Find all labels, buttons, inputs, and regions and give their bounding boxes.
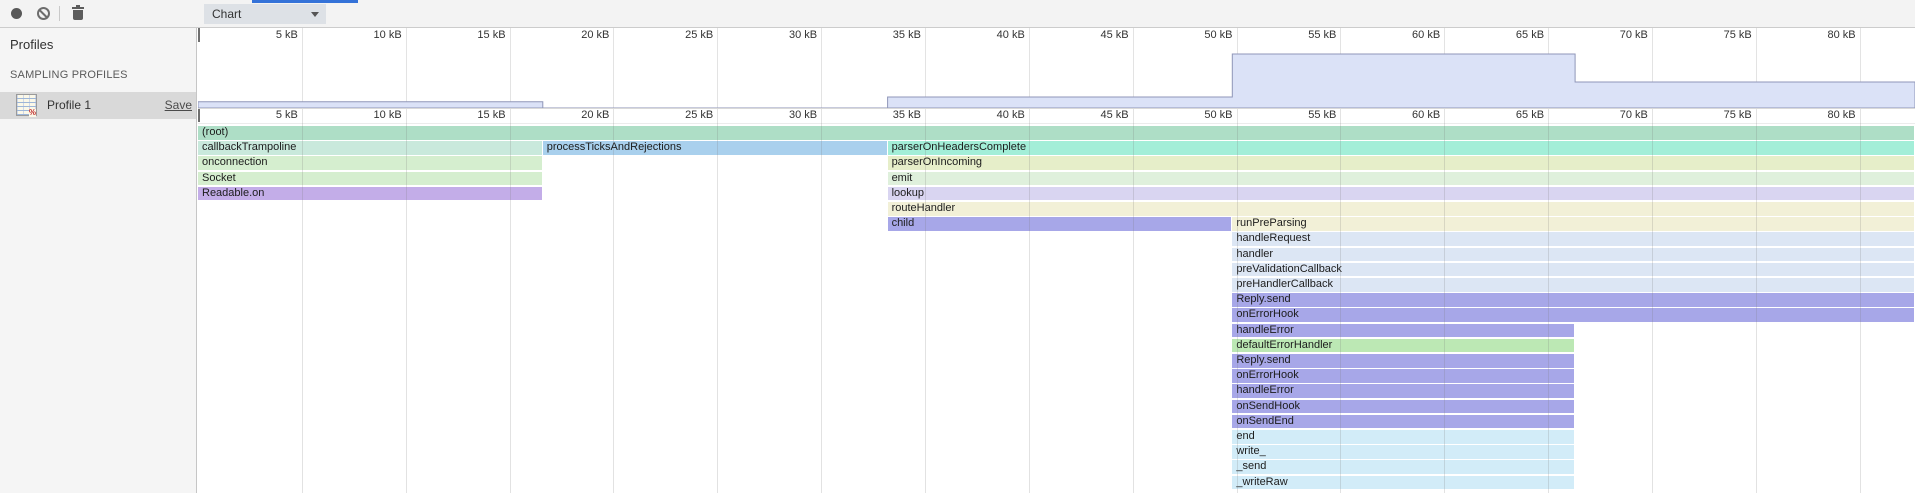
overview-ruler-tick-label: 10 kB	[374, 29, 402, 41]
overview-ruler-tick-label: 50 kB	[1204, 29, 1232, 41]
flame-ruler-tick-label: 35 kB	[893, 109, 921, 121]
overview-ruler-tick-label: 65 kB	[1516, 29, 1544, 41]
flame-ruler-tick-label: 55 kB	[1308, 109, 1336, 121]
sidebar-title: Profiles	[10, 37, 53, 52]
flame-ruler-tick-label: 65 kB	[1516, 109, 1544, 121]
flame-bar-callbackTrampoline[interactable]: callbackTrampoline	[198, 141, 542, 155]
delete-profile-button[interactable]	[66, 0, 90, 27]
gridline	[821, 123, 822, 493]
overview-ruler-tick-label: 40 kB	[997, 29, 1025, 41]
flame-bar-routeHandler[interactable]: routeHandler	[888, 202, 1914, 216]
flame-bar-Reply.send[interactable]: Reply.send	[1232, 354, 1574, 368]
flame-bar-handler[interactable]: handler	[1232, 248, 1914, 262]
overview-ruler-tick-label: 60 kB	[1412, 29, 1440, 41]
ruler-origin-tick	[198, 108, 200, 122]
flame-bar-parserOnIncoming[interactable]: parserOnIncoming	[888, 156, 1914, 170]
overview-ruler-tick-label: 20 kB	[581, 29, 609, 41]
ruler-divider	[198, 123, 1915, 124]
flame-bar-runPreParsing[interactable]: runPreParsing	[1232, 217, 1914, 231]
active-tab-indicator	[252, 0, 358, 3]
flame-bar-onErrorHook[interactable]: onErrorHook	[1232, 308, 1914, 322]
sampling-profiles-section-label: SAMPLING PROFILES	[10, 69, 128, 81]
flame-bar-onconnection[interactable]: onconnection	[198, 156, 542, 170]
overview-ruler-tick-label: 55 kB	[1308, 29, 1336, 41]
flame-bar-onSendHook[interactable]: onSendHook	[1232, 400, 1574, 414]
overview-ruler-tick-label: 30 kB	[789, 29, 817, 41]
flame-bar-_send[interactable]: _send	[1232, 460, 1574, 474]
flame-bar-lookup[interactable]: lookup	[888, 187, 1914, 201]
flame-bar-emit[interactable]: emit	[888, 172, 1914, 186]
flame-bar-Readable.on[interactable]: Readable.on	[198, 187, 542, 201]
flame-bar-preHandlerCallback[interactable]: preHandlerCallback	[1232, 278, 1914, 292]
flame-bar-handleRequest[interactable]: handleRequest	[1232, 232, 1914, 246]
flame-bar-defaultErrorHandler[interactable]: defaultErrorHandler	[1232, 339, 1574, 353]
flame-ruler-tick-label: 30 kB	[789, 109, 817, 121]
profile-name: Profile 1	[47, 98, 91, 112]
heap-profiler-panel: Chart Profiles SAMPLING PROFILES % Profi…	[0, 0, 1915, 493]
flame-ruler-tick-label: 45 kB	[1101, 109, 1129, 121]
profiles-sidebar: Profiles SAMPLING PROFILES % Profile 1 S…	[0, 28, 197, 493]
block-icon	[37, 7, 50, 20]
flame-bar-onErrorHook[interactable]: onErrorHook	[1232, 369, 1574, 383]
trash-icon	[72, 7, 84, 20]
flame-bar-handleError[interactable]: handleError	[1232, 384, 1574, 398]
record-button[interactable]	[4, 0, 28, 27]
flame-bar-root[interactable]: (root)	[198, 126, 1914, 140]
ruler-divider	[198, 108, 1915, 109]
ruler-origin-tick	[198, 28, 200, 42]
save-profile-link[interactable]: Save	[165, 98, 192, 112]
flame-bar-Socket[interactable]: Socket	[198, 172, 542, 186]
flame-bar-_writeRaw[interactable]: _writeRaw	[1232, 476, 1574, 490]
chevron-down-icon	[311, 12, 319, 17]
overview-ruler-tick-label: 70 kB	[1620, 29, 1648, 41]
gridline	[717, 123, 718, 493]
flame-ruler-tick-label: 15 kB	[477, 109, 505, 121]
overview-ruler-tick-label: 15 kB	[477, 29, 505, 41]
record-circle-icon	[11, 8, 22, 19]
flame-ruler-tick-label: 60 kB	[1412, 109, 1440, 121]
flame-ruler-tick-label: 5 kB	[276, 109, 298, 121]
flame-ruler-tick-label: 50 kB	[1204, 109, 1232, 121]
flame-bar-onSendEnd[interactable]: onSendEnd	[1232, 415, 1574, 429]
flame-bar-end[interactable]: end	[1232, 430, 1574, 444]
overview-ruler-tick-label: 75 kB	[1724, 29, 1752, 41]
flame-ruler-tick-label: 25 kB	[685, 109, 713, 121]
overview-ruler-tick-label: 45 kB	[1101, 29, 1129, 41]
view-mode-value: Chart	[212, 7, 241, 21]
flame-bar-Reply.send[interactable]: Reply.send	[1232, 293, 1914, 307]
toolbar-separator	[59, 6, 60, 21]
flame-bar-processTicksAndRejections[interactable]: processTicksAndRejections	[543, 141, 887, 155]
memory-overview-area-chart[interactable]	[198, 43, 1915, 108]
flame-ruler-tick-label: 80 kB	[1827, 109, 1855, 121]
flame-bar-handleError[interactable]: handleError	[1232, 324, 1574, 338]
flame-ruler-tick-label: 20 kB	[581, 109, 609, 121]
gridline	[613, 123, 614, 493]
overview-ruler-tick-label: 5 kB	[276, 29, 298, 41]
profile-percent-sheet-icon: %	[16, 94, 37, 116]
flame-bar-parserOnHeadersComplete[interactable]: parserOnHeadersComplete	[888, 141, 1914, 155]
flame-chart-panel: 5 kB 5 kB 10 kB 10 kB 15 kB 15 kB 20 kB 20 kB 25…	[198, 28, 1915, 493]
flame-ruler-tick-label: 40 kB	[997, 109, 1025, 121]
overview-ruler-tick-label: 80 kB	[1827, 29, 1855, 41]
flame-bar-preValidationCallback[interactable]: preValidationCallback	[1232, 263, 1914, 277]
flame-bar-write_[interactable]: write_	[1232, 445, 1574, 459]
flame-ruler-tick-label: 10 kB	[374, 109, 402, 121]
sidebar-item-profile-1[interactable]: % Profile 1 Save	[0, 92, 196, 119]
overview-area-shape	[198, 54, 1915, 108]
flame-bar-child[interactable]: child	[888, 217, 1232, 231]
flame-ruler-tick-label: 70 kB	[1620, 109, 1648, 121]
flame-ruler-tick-label: 75 kB	[1724, 109, 1752, 121]
overview-ruler-tick-label: 25 kB	[685, 29, 713, 41]
view-mode-select[interactable]: Chart	[204, 4, 326, 24]
overview-ruler-tick-label: 35 kB	[893, 29, 921, 41]
clear-all-button[interactable]	[31, 0, 55, 27]
toolbar: Chart	[0, 0, 1915, 28]
